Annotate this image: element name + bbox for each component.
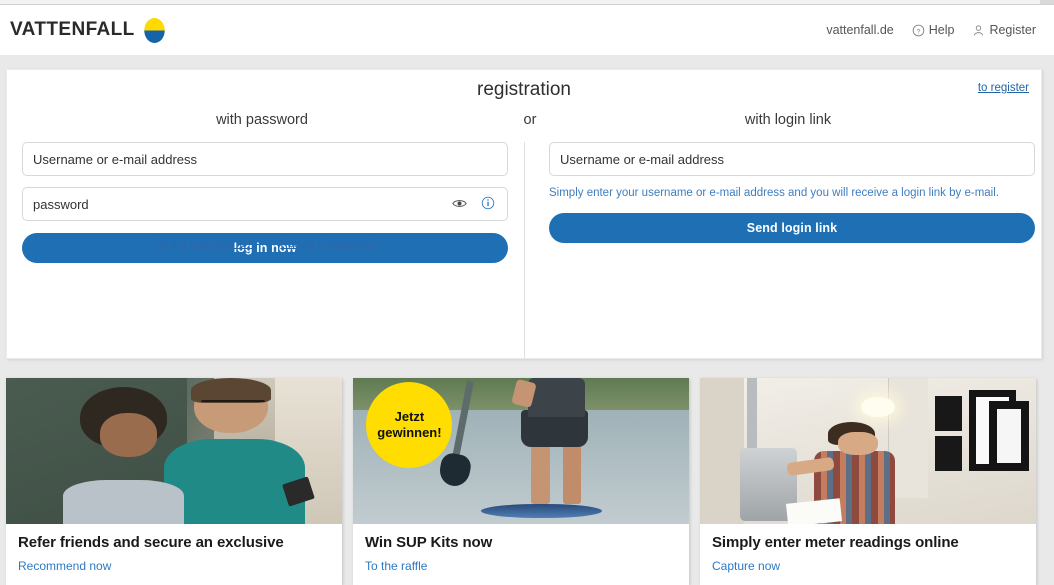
password-field[interactable]: password [22,187,508,221]
promo-card-meter-readings[interactable]: Simply enter meter readings online Captu… [700,378,1036,585]
promo-link[interactable]: Recommend now [18,559,330,573]
art-person-two-body [163,439,306,524]
registration-card: registration to register with password o… [6,69,1042,360]
user-icon [972,24,985,37]
art-leg-right [563,442,582,504]
password-input-placeholder: password [33,196,89,212]
info-icon[interactable] [481,196,495,213]
promo-card-row: Refer friends and secure an exclusive Re… [6,378,1048,585]
subheading-row: with password or with login link [7,112,1041,134]
promo-body-meter-readings: Simply enter meter readings online Captu… [700,524,1036,585]
promo-link[interactable]: Capture now [712,559,1024,573]
art-paddleboard [480,503,602,519]
nav-item-vattenfall-de[interactable]: vattenfall.de [826,23,893,37]
nav-label-register: Register [989,23,1036,37]
question-circle-icon: ? [912,24,925,37]
header-nav: vattenfall.de ? Help Register [826,23,1036,37]
art-glasses [200,399,265,410]
art-torso [527,378,585,418]
art-face [837,432,879,456]
browser-top-strip-inner [0,0,1040,4]
username-input-placeholder: Username or e-mail address [33,151,198,167]
art-picture-frame [988,401,1030,472]
art-pipe [747,378,758,454]
vattenfall-mark-icon [143,17,165,43]
art-person-one-face [100,413,158,457]
username-field[interactable]: Username or e-mail address [22,142,508,176]
login-link-helper-text: Simply enter your username or e-mail add… [549,187,999,199]
login-link-username-placeholder: Username or e-mail address [560,151,725,167]
promo-body-refer-friends: Refer friends and secure an exclusive Re… [6,524,342,585]
forgot-links-row: Forgot Username? Forgot Password? [22,236,508,250]
art-left-wall [700,378,744,524]
nav-item-help[interactable]: ? Help [912,23,955,37]
promo-title: Win SUP Kits now [365,534,493,551]
eye-icon[interactable] [452,197,467,212]
svg-text:?: ? [916,28,920,35]
promo-card-win-sup-kits[interactable]: Jetzt gewinnen! Win SUP Kits now To the … [353,378,689,585]
to-register-link[interactable]: to register [978,82,1029,94]
art-picture-frame [935,436,963,472]
promo-image-meter-readings [700,378,1036,524]
forgot-password-link[interactable]: Forgot Password? [280,236,377,250]
promo-body-win-sup-kits: Win SUP Kits now To the raffle [353,524,689,585]
subheading-with-login-link: with login link [744,112,832,128]
promo-title: Simply enter meter readings online [712,534,959,551]
promo-card-refer-friends[interactable]: Refer friends and secure an exclusive Re… [6,378,342,585]
password-field-icons [452,196,497,213]
site-header: VATTENFALL vattenfall.de ? Help Register [0,5,1054,55]
art-picture-frame [935,395,963,431]
column-divider [524,142,525,360]
nav-label-help: Help [928,23,955,37]
send-login-link-button[interactable]: Send login link [549,212,1035,243]
subheading-with-password: with password [216,112,308,128]
login-link-username-field[interactable]: Username or e-mail address [549,142,1035,176]
art-leg-left [531,442,550,504]
vattenfall-logo[interactable]: VATTENFALL [10,17,167,43]
promo-image-win-sup-kits: Jetzt gewinnen! [353,378,689,524]
forgot-username-link[interactable]: Forgot Username? [152,236,252,250]
nav-item-register[interactable]: Register [972,23,1036,37]
login-link-column: Username or e-mail address Simply enter … [549,142,1035,243]
promo-image-refer-friends [6,378,342,524]
promo-link[interactable]: To the raffle [365,559,677,573]
nav-label-vattenfall-de: vattenfall.de [826,23,894,37]
page-title: registration [477,79,571,100]
promo-title: Refer friends and secure an exclusive [18,534,284,551]
logo-wordmark: VATTENFALL [10,19,135,40]
art-person-one-body [63,480,185,524]
